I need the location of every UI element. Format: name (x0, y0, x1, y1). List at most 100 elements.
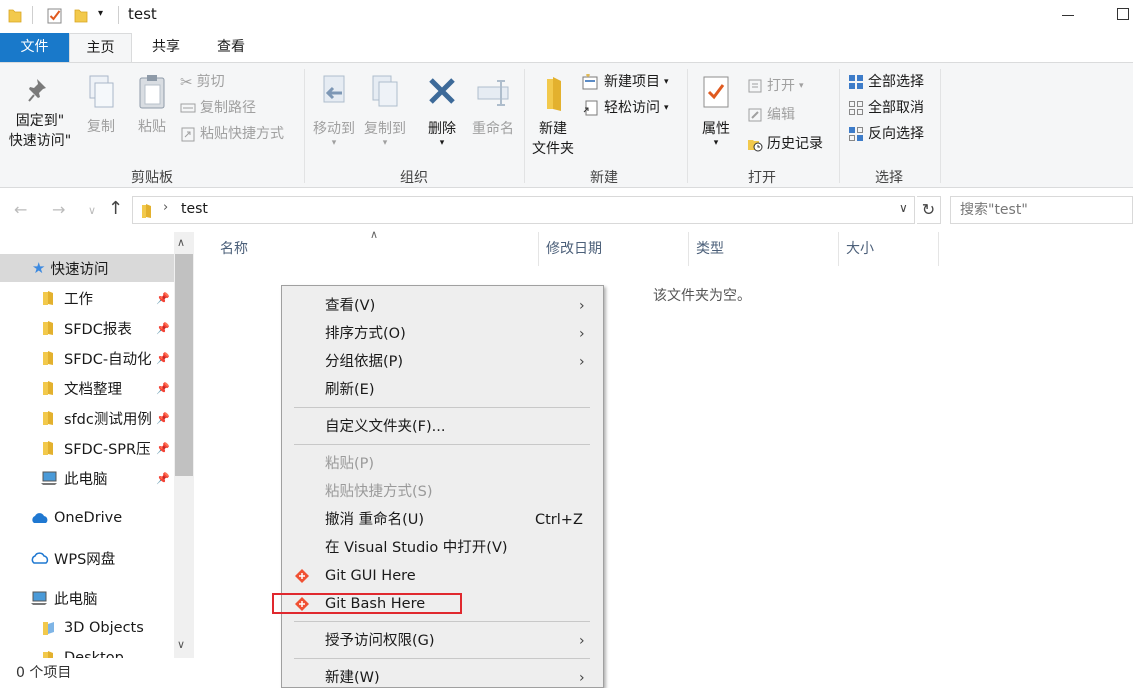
group-separator (524, 69, 525, 183)
breadcrumb-chevron-icon[interactable]: › (163, 200, 168, 215)
nav-item-label: 此电脑 (54, 591, 98, 608)
properties-button[interactable]: 属性 ▾ (692, 73, 740, 148)
new-item-button[interactable]: 新建项目 ▾ (582, 71, 669, 93)
nav-item-work[interactable]: 工作 📌 (0, 284, 174, 312)
nav-item-desktop[interactable]: Desktop (0, 644, 174, 658)
group-separator (839, 69, 840, 183)
nav-item-wps-drive[interactable]: WPS网盘 (0, 544, 174, 572)
context-menu-refresh[interactable]: 刷新(E) (283, 376, 603, 404)
scroll-down-arrow-icon[interactable]: ∨ (177, 638, 185, 651)
copy-path-button[interactable]: 复制路径 (180, 97, 256, 119)
scroll-up-arrow-icon[interactable]: ∧ (177, 236, 185, 249)
nav-item-doc-organize[interactable]: 文档整理 📌 (0, 374, 174, 402)
menu-separator (294, 444, 590, 445)
context-menu-undo-rename[interactable]: 撤消 重命名(U) Ctrl+Z (283, 506, 603, 534)
tab-share[interactable]: 共享 (136, 33, 196, 62)
copy-button[interactable]: 复制 (80, 73, 122, 137)
address-bar[interactable]: › test ∨ (132, 196, 915, 224)
context-menu-group-by[interactable]: 分组依据(P) › (283, 348, 603, 376)
select-none-button[interactable]: 全部取消 (848, 97, 924, 119)
group-separator (940, 69, 941, 183)
up-arrow-icon[interactable]: ↑ (108, 198, 123, 219)
pin-icon[interactable]: 📌 (156, 472, 170, 485)
nav-item-this-pc-pinned[interactable]: 此电脑 📌 (0, 464, 174, 492)
context-menu-grant-access[interactable]: 授予访问权限(G) › (283, 627, 603, 655)
context-menu-paste[interactable]: 粘贴(P) (283, 450, 603, 478)
context-menu-new[interactable]: 新建(W) › (283, 664, 603, 688)
pin-icon[interactable]: 📌 (156, 292, 170, 305)
context-menu-paste-shortcut[interactable]: 粘贴快捷方式(S) (283, 478, 603, 506)
cut-button[interactable]: ✂ 剪切 (180, 71, 225, 93)
column-divider[interactable] (688, 232, 689, 266)
nav-item-sfdc-automation[interactable]: SFDC-自动化 📌 (0, 344, 174, 372)
pin-icon[interactable]: 📌 (156, 412, 170, 425)
new-folder-icon[interactable] (74, 7, 88, 23)
invert-selection-button[interactable]: 反向选择 (848, 123, 924, 145)
tab-view[interactable]: 查看 (200, 33, 262, 62)
cube-folder-icon (43, 622, 54, 635)
context-menu-git-bash-here[interactable]: Git Bash Here (283, 590, 603, 618)
maximize-button[interactable] (1117, 8, 1129, 20)
address-dropdown-chevron-icon[interactable]: ∨ (899, 201, 908, 215)
address-path[interactable]: test (181, 201, 208, 217)
pin-icon[interactable]: 📌 (156, 352, 170, 365)
copy-to-button[interactable]: 复制到 ▾ (360, 73, 410, 148)
folder-icon (43, 351, 53, 365)
nav-item-onedrive[interactable]: OneDrive (0, 504, 174, 532)
column-header-type[interactable]: 类型 (696, 232, 724, 266)
properties-icon[interactable] (47, 7, 63, 24)
select-none-label: 全部取消 (868, 100, 924, 116)
context-menu-git-gui-here[interactable]: Git GUI Here (283, 562, 603, 590)
cloud-outline-icon (31, 552, 49, 564)
delete-button[interactable]: 删除 ▾ (420, 73, 464, 148)
nav-item-label: WPS网盘 (54, 551, 116, 568)
pin-icon[interactable]: 📌 (156, 322, 170, 335)
rename-button[interactable]: 重命名 (467, 73, 519, 139)
column-divider[interactable] (838, 232, 839, 266)
context-menu-label: 查看(V) (325, 298, 376, 314)
nav-item-sfdc-spr[interactable]: SFDC-SPR压 📌 (0, 434, 174, 462)
select-all-button[interactable]: 全部选择 (848, 71, 924, 93)
tab-file[interactable]: 文件 (0, 33, 69, 62)
column-divider[interactable] (538, 232, 539, 266)
context-menu-sort-by[interactable]: 排序方式(O) › (283, 320, 603, 348)
open-button[interactable]: 打开 ▾ (747, 75, 804, 97)
recent-locations-chevron-icon[interactable]: ∨ (88, 204, 96, 217)
easy-access-dropdown-icon: ▾ (664, 103, 669, 113)
nav-scrollbar-thumb[interactable] (175, 254, 193, 476)
column-header-name[interactable]: 名称 (220, 232, 248, 266)
tab-home[interactable]: 主页 (69, 33, 132, 62)
refresh-button[interactable]: ↻ (917, 196, 941, 224)
context-menu-view[interactable]: 查看(V) › (283, 292, 603, 320)
quick-access-dropdown-icon[interactable]: ▾ (98, 8, 103, 19)
context-menu-customize-folder[interactable]: 自定义文件夹(F)... (283, 413, 603, 441)
context-menu-open-in-visual-studio[interactable]: 在 Visual Studio 中打开(V) (283, 534, 603, 562)
history-button[interactable]: 历史记录 (747, 133, 823, 155)
nav-item-sfdc-report[interactable]: SFDC报表 📌 (0, 314, 174, 342)
nav-item-quick-access[interactable]: ★ 快速访问 (0, 254, 174, 282)
search-input[interactable]: 搜索"test" (950, 196, 1133, 224)
copy-label: 复制 (87, 119, 115, 135)
pin-to-quick-access-button[interactable]: 固定到" 快速访问" (4, 75, 76, 151)
pin-icon[interactable]: 📌 (156, 442, 170, 455)
nav-item-this-pc[interactable]: 此电脑 (0, 584, 174, 612)
paste-shortcut-button[interactable]: 粘贴快捷方式 (180, 123, 284, 145)
forward-arrow-icon[interactable]: → (52, 200, 65, 219)
minimize-button[interactable] (1062, 15, 1074, 16)
back-arrow-icon[interactable]: ← (14, 200, 27, 219)
pin-icon[interactable]: 📌 (156, 382, 170, 395)
nav-item-3d-objects[interactable]: 3D Objects (0, 614, 174, 642)
new-item-label: 新建项目 (604, 74, 660, 90)
new-folder-button[interactable]: 新建 文件夹 (529, 73, 577, 159)
computer-icon (41, 471, 57, 485)
move-to-button[interactable]: 移动到 ▾ (309, 73, 359, 148)
column-divider[interactable] (938, 232, 939, 266)
paste-button[interactable]: 粘贴 (131, 73, 173, 137)
column-header-size[interactable]: 大小 (846, 232, 874, 266)
edit-button[interactable]: 编辑 (747, 104, 795, 126)
column-header-modified[interactable]: 修改日期 (546, 232, 602, 266)
nav-item-sfdc-test-cases[interactable]: sfdc测试用例 📌 (0, 404, 174, 432)
title-bar: ▾ test (0, 0, 1133, 32)
toolbar-separator (32, 6, 33, 24)
easy-access-button[interactable]: 轻松访问 ▾ (582, 97, 669, 119)
